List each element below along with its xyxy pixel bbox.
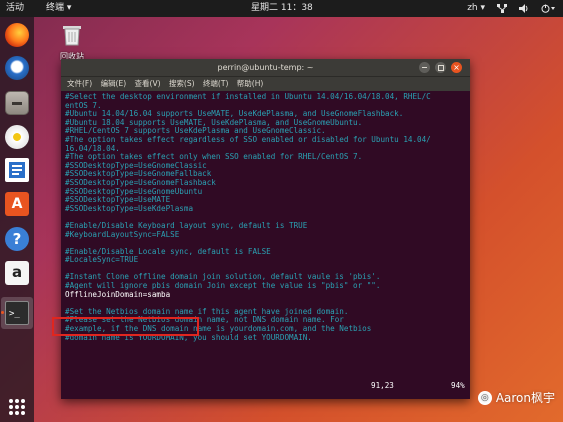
- software-center-icon: A: [5, 192, 29, 216]
- wechat-icon: ◎: [477, 390, 492, 405]
- close-button[interactable]: ×: [451, 62, 462, 73]
- thunderbird-icon: [5, 56, 29, 80]
- menu-file[interactable]: 文件(F): [67, 79, 92, 88]
- dock-amazon[interactable]: a: [5, 261, 29, 285]
- file-percent: 94%: [451, 381, 465, 390]
- menu-edit[interactable]: 编辑(E): [101, 79, 127, 88]
- system-tray[interactable]: zh ▾: [467, 0, 555, 17]
- trash-icon: [63, 26, 81, 46]
- top-bar: 活动 终端 ▾ 星期二 11：38 zh ▾: [0, 0, 563, 17]
- config-line: OfflineJoinDomain=samba: [65, 289, 171, 299]
- libreoffice-writer-icon: [5, 158, 29, 182]
- volume-icon: [519, 4, 528, 13]
- maximize-icon: [438, 65, 444, 71]
- show-apps-icon: [9, 399, 25, 415]
- cursor-position: 91,23: [371, 381, 394, 390]
- power-icon: [541, 4, 555, 13]
- dock-rhythmbox[interactable]: [5, 125, 29, 149]
- window-title: perrin@ubuntu-temp: ~: [217, 63, 314, 72]
- menu-view[interactable]: 查看(V): [135, 79, 161, 88]
- dock-help[interactable]: ?: [5, 227, 29, 251]
- amazon-icon: a: [5, 261, 29, 285]
- language-indicator[interactable]: zh ▾: [467, 0, 485, 17]
- dock-files[interactable]: [5, 91, 29, 115]
- help-icon: ?: [5, 227, 29, 251]
- minimize-icon: [422, 67, 427, 68]
- terminal-icon: >_: [5, 301, 29, 325]
- active-indicator: [1, 311, 4, 314]
- activities-button[interactable]: 活动: [6, 0, 24, 17]
- rhythmbox-icon: [5, 125, 29, 149]
- clock[interactable]: 星期二 11：38: [251, 0, 313, 17]
- comment-line: #SSODesktopType=UseKdePlasma: [65, 203, 194, 213]
- minimize-button[interactable]: [419, 62, 430, 73]
- maximize-button[interactable]: [435, 62, 446, 73]
- dock-thunderbird[interactable]: [5, 56, 29, 80]
- menu-help[interactable]: 帮助(H): [237, 79, 264, 88]
- comment-line: #KeyboardLayoutSync=FALSE: [65, 229, 180, 239]
- terminal-content[interactable]: #Select the desktop environment if insta…: [65, 92, 468, 396]
- comment-line: #Select the desktop environment if insta…: [65, 92, 431, 101]
- menu-search[interactable]: 搜索(S): [169, 79, 195, 88]
- dock: A ? a >_: [0, 17, 34, 422]
- network-icon: [497, 4, 507, 13]
- dock-writer[interactable]: [5, 158, 29, 182]
- menu-terminal[interactable]: 终端(T): [203, 79, 228, 88]
- window-titlebar[interactable]: perrin@ubuntu-temp: ~ ×: [61, 59, 470, 76]
- comment-line: #The option takes effect regardless of S…: [65, 134, 431, 144]
- vim-status-line: 91,23 94%: [61, 381, 470, 391]
- dock-software[interactable]: A: [5, 192, 29, 216]
- comment-line: #LocaleSync=TRUE: [65, 255, 139, 265]
- firefox-icon: [5, 23, 29, 47]
- desktop-trash[interactable]: 回收站: [57, 22, 87, 62]
- dock-firefox[interactable]: [5, 23, 29, 47]
- terminal-window[interactable]: perrin@ubuntu-temp: ~ × 文件(F) 编辑(E) 查看(V…: [61, 59, 470, 399]
- watermark: ◎ Aaron枫宇: [477, 389, 555, 406]
- terminal-menubar: 文件(F) 编辑(E) 查看(V) 搜索(S) 终端(T) 帮助(H): [61, 76, 470, 91]
- files-icon: [5, 91, 29, 115]
- dock-terminal[interactable]: >_: [1, 297, 33, 329]
- app-menu[interactable]: 终端 ▾: [46, 0, 71, 17]
- highlight-annotation-box: [52, 317, 199, 336]
- close-icon: ×: [453, 63, 460, 72]
- dock-show-apps[interactable]: [5, 395, 29, 419]
- watermark-text: Aaron枫宇: [495, 391, 555, 405]
